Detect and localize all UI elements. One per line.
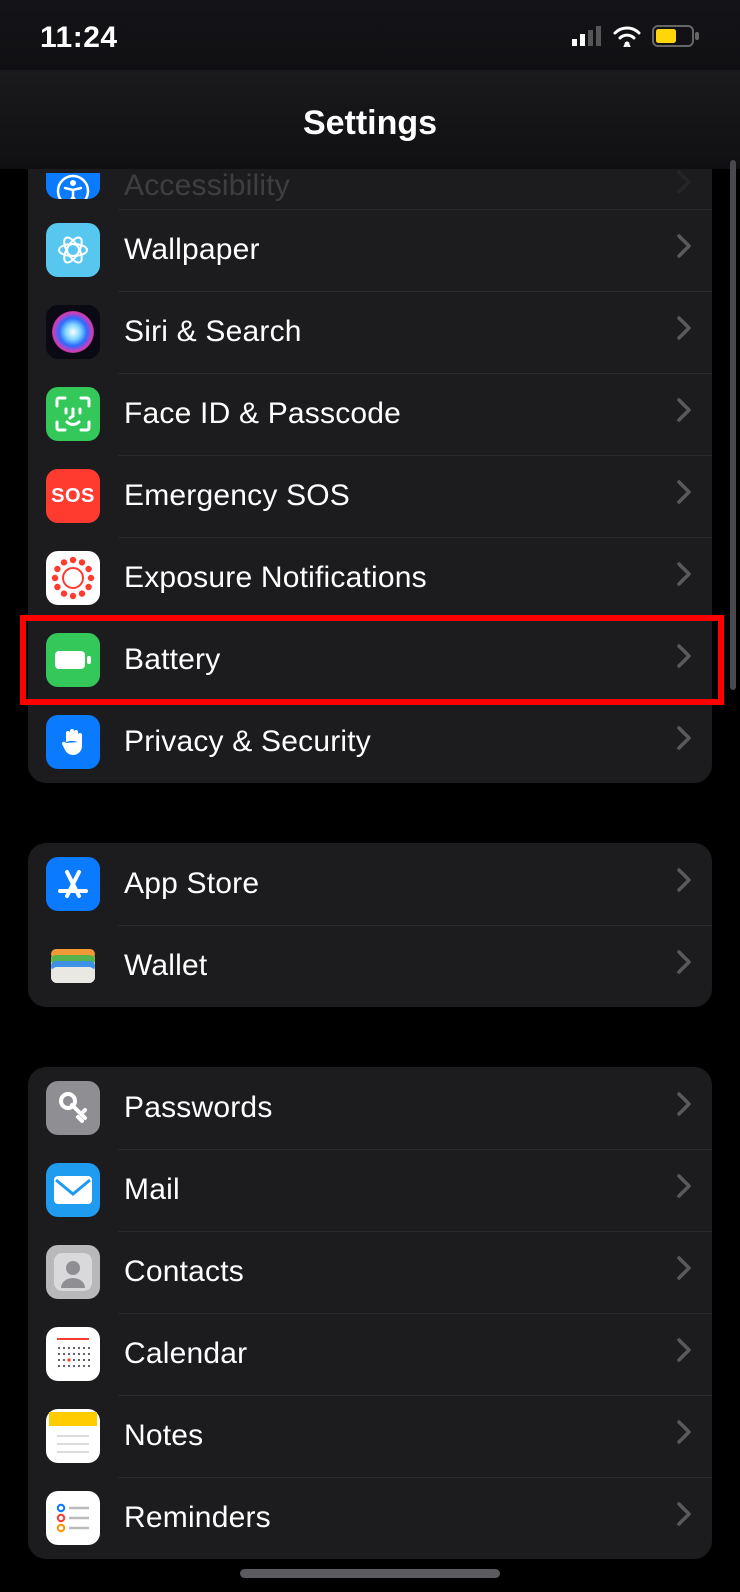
row-label: Accessibility — [124, 169, 676, 203]
chevron-right-icon — [676, 479, 692, 513]
settings-row-faceid-passcode[interactable]: Face ID & Passcode — [28, 373, 712, 455]
row-label: Contacts — [124, 1255, 676, 1289]
settings-row-wallet[interactable]: Wallet — [28, 925, 712, 1007]
row-label: Calendar — [124, 1337, 676, 1371]
battery-status-icon — [652, 25, 700, 52]
chevron-right-icon — [676, 169, 692, 203]
chevron-right-icon — [676, 561, 692, 595]
row-label: Battery — [124, 643, 676, 677]
wallet-icon — [46, 939, 100, 993]
siri-icon — [46, 305, 100, 359]
sos-icon: SOS — [46, 469, 100, 523]
settings-row-emergency-sos[interactable]: SOS Emergency SOS — [28, 455, 712, 537]
settings-row-calendar[interactable]: Calendar — [28, 1313, 712, 1395]
row-label: Passwords — [124, 1091, 676, 1125]
scrollbar-thumb[interactable] — [730, 160, 736, 690]
settings-row-privacy-security[interactable]: Privacy & Security — [28, 701, 712, 783]
mail-icon — [46, 1163, 100, 1217]
settings-row-siri-search[interactable]: Siri & Search — [28, 291, 712, 373]
row-label: Reminders — [124, 1501, 676, 1535]
settings-row-exposure-notifications[interactable]: Exposure Notifications — [28, 537, 712, 619]
chevron-right-icon — [676, 1419, 692, 1453]
reminders-icon — [46, 1491, 100, 1545]
faceid-icon — [46, 387, 100, 441]
row-label: Mail — [124, 1173, 676, 1207]
row-label: Notes — [124, 1419, 676, 1453]
key-icon — [46, 1081, 100, 1135]
chevron-right-icon — [676, 949, 692, 983]
row-label: Wallpaper — [124, 233, 676, 267]
settings-row-passwords[interactable]: Passwords — [28, 1067, 712, 1149]
chevron-right-icon — [676, 1337, 692, 1371]
chevron-right-icon — [676, 233, 692, 267]
accessibility-icon — [46, 173, 100, 199]
chevron-right-icon — [676, 643, 692, 677]
chevron-right-icon — [676, 1091, 692, 1125]
hand-icon — [46, 715, 100, 769]
settings-row-contacts[interactable]: Contacts — [28, 1231, 712, 1313]
status-indicators — [572, 25, 700, 52]
chevron-right-icon — [676, 867, 692, 901]
row-label: Face ID & Passcode — [124, 397, 676, 431]
chevron-right-icon — [676, 725, 692, 759]
chevron-right-icon — [676, 1255, 692, 1289]
chevron-right-icon — [676, 397, 692, 431]
battery-icon — [46, 633, 100, 687]
settings-row-wallpaper[interactable]: Wallpaper — [28, 209, 712, 291]
settings-row-mail[interactable]: Mail — [28, 1149, 712, 1231]
calendar-icon — [46, 1327, 100, 1381]
wallpaper-icon — [46, 223, 100, 277]
row-label: Exposure Notifications — [124, 561, 676, 595]
page-title: Settings — [0, 70, 740, 169]
wifi-icon — [612, 25, 642, 52]
row-label: Privacy & Security — [124, 725, 676, 759]
row-label: Siri & Search — [124, 315, 676, 349]
row-label: App Store — [124, 867, 676, 901]
row-label: Wallet — [124, 949, 676, 983]
settings-group-store: App Store Wallet — [28, 843, 712, 1007]
settings-row-notes[interactable]: Notes — [28, 1395, 712, 1477]
notes-icon — [46, 1409, 100, 1463]
chevron-right-icon — [676, 1501, 692, 1535]
chevron-right-icon — [676, 1173, 692, 1207]
contacts-icon — [46, 1245, 100, 1299]
status-time: 11:24 — [40, 21, 118, 55]
cellular-icon — [572, 26, 602, 51]
appstore-icon — [46, 857, 100, 911]
settings-group-system: Accessibility Wallpaper Siri & Search Face … — [28, 169, 712, 783]
settings-row-app-store[interactable]: App Store — [28, 843, 712, 925]
settings-row-accessibility[interactable]: Accessibility — [28, 169, 712, 209]
settings-group-apps: Passwords Mail Contacts Calendar Notes Remind… — [28, 1067, 712, 1559]
settings-scroll[interactable]: Accessibility Wallpaper Siri & Search Face … — [0, 169, 740, 1559]
settings-row-reminders[interactable]: Reminders — [28, 1477, 712, 1559]
settings-row-battery[interactable]: Battery — [28, 619, 712, 701]
row-label: Emergency SOS — [124, 479, 676, 513]
exposure-icon — [46, 551, 100, 605]
chevron-right-icon — [676, 315, 692, 349]
home-indicator[interactable] — [240, 1569, 500, 1578]
status-bar: 11:24 — [0, 0, 740, 70]
